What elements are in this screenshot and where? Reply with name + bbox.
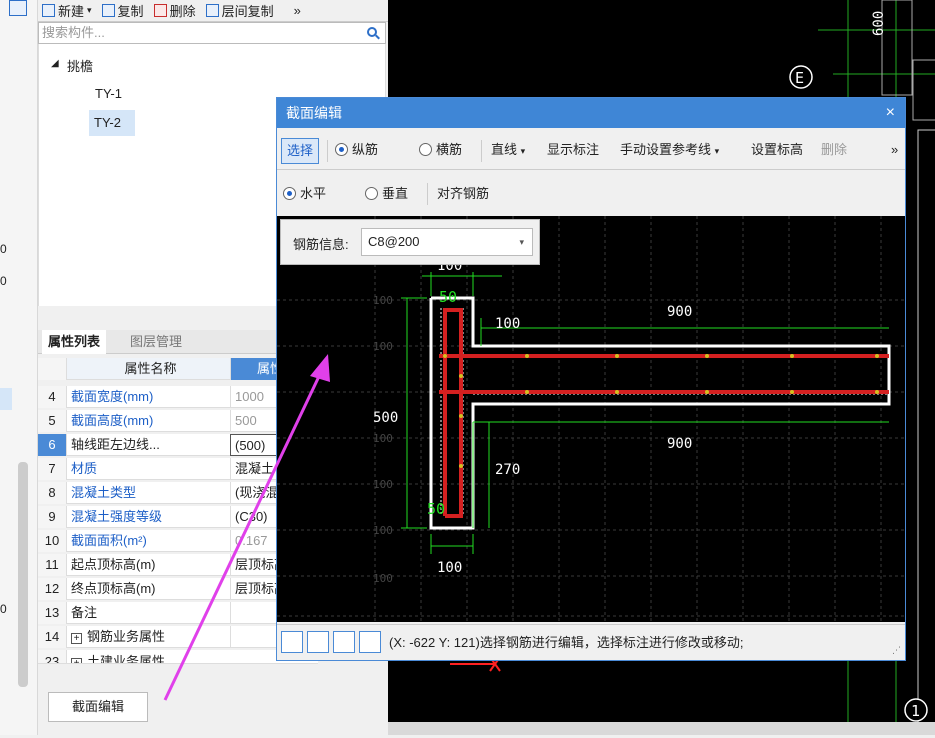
add-point-icon[interactable] [359, 631, 381, 653]
delete-icon [153, 4, 167, 17]
grid-label: 100 [373, 294, 393, 307]
tree-group[interactable]: 挑檐 [67, 56, 93, 75]
more-button[interactable]: » [294, 3, 301, 18]
property-tabs: 属性列表 图层管理 [38, 330, 308, 354]
chevron-down-icon: ▾ [87, 5, 92, 15]
rebar-info-label: 钢筋信息: [293, 237, 349, 252]
radio-off-icon [419, 143, 432, 156]
grid-label: 100 [373, 524, 393, 537]
orthogonal-snap-icon[interactable] [281, 631, 303, 653]
line-dropdown[interactable]: 直线 ▾ [491, 130, 525, 170]
cad-dim-label: 600 [871, 11, 887, 36]
radio-vertical[interactable]: 垂直 [365, 176, 408, 212]
radio-on-icon [283, 187, 296, 200]
show-dim-button[interactable]: 显示标注 [547, 130, 599, 170]
strip-value: 0 [0, 602, 7, 616]
panel-icon[interactable] [9, 0, 27, 16]
tree-item[interactable]: TY-1 [95, 86, 122, 101]
rebar-info-select[interactable]: C8@200 ▾ [361, 228, 533, 256]
section-edit-button[interactable]: 截面编辑 [48, 692, 148, 722]
dim-label-green: 50 [427, 500, 445, 518]
strip-value: 0 [0, 274, 7, 288]
chevron-down-icon: ▾ [520, 146, 526, 156]
floor-copy-icon [205, 4, 219, 17]
concrete-outline[interactable] [429, 296, 891, 530]
floor-copy-button[interactable]: 层间复制 [205, 1, 274, 20]
grid-label: 100 [373, 340, 393, 353]
dialog-title: 截面编辑 × [277, 98, 905, 128]
expand-plus-icon[interactable]: + [71, 633, 82, 644]
axis-e-label: E [795, 69, 804, 87]
header-name: 属性名称 [66, 358, 230, 380]
dim-label: 900 [667, 304, 692, 320]
manual-ref-line-dropdown[interactable]: 手动设置参考线 ▾ [620, 130, 719, 170]
axis-1-label: 1 [911, 702, 920, 720]
delete-button[interactable]: 删除 [153, 1, 196, 20]
rebar-info-panel: 钢筋信息: C8@200 ▾ [280, 219, 540, 265]
copy-button[interactable]: 复制 [101, 1, 144, 20]
tab-layer-management[interactable]: 图层管理 [124, 330, 188, 354]
new-button[interactable]: 新建 ▾ [42, 1, 92, 20]
dim-label: 900 [667, 436, 692, 452]
new-icon [42, 4, 55, 17]
grid-label: 100 [373, 432, 393, 445]
scrollbar[interactable] [18, 462, 28, 687]
strip-highlight [0, 388, 12, 410]
tab-property-list[interactable]: 属性列表 [42, 330, 107, 354]
dim-label: 270 [495, 462, 520, 478]
radio-transverse[interactable]: 横筋 [419, 130, 462, 170]
dialog-toolbar-primary: 选择 纵筋 横筋 直线 ▾ 显示标注 手动设置参考线 ▾ 设置标高 删除 » [277, 130, 905, 170]
copy-icon [101, 4, 115, 17]
dim-label: 100 [437, 560, 462, 576]
section-edit-dialog: 截面编辑 × 选择 纵筋 横筋 直线 ▾ 显示标注 手动设置参考线 ▾ 设置标高… [276, 97, 906, 661]
chevron-down-icon: ▾ [714, 146, 720, 156]
chevron-down-icon: ▾ [519, 237, 524, 247]
search-input[interactable]: 搜索构件... [38, 22, 386, 44]
perpendicular-icon[interactable] [333, 631, 355, 653]
status-text: (X: -622 Y: 121)选择钢筋进行编辑，选择标注进行修改或移动; [389, 635, 744, 650]
dim-label: 500 [373, 410, 398, 426]
radio-off-icon [365, 187, 378, 200]
rebar[interactable] [439, 308, 889, 518]
tree-expand-icon[interactable]: ◢ [51, 58, 59, 69]
delete-button[interactable]: 删除 [821, 130, 847, 170]
grid-label: 100 [373, 478, 393, 491]
grid-lines [277, 216, 905, 622]
search-placeholder: 搜索构件... [42, 25, 105, 40]
section-drawing-canvas[interactable]: 100 100 100 100 100 100 900 900 500 100 … [277, 216, 905, 622]
radio-longitudinal[interactable]: 纵筋 [335, 130, 378, 170]
section-drawing: 100 100 100 100 100 100 900 900 500 100 … [277, 216, 905, 622]
search-icon[interactable] [367, 27, 377, 37]
grid-label: 100 [373, 572, 393, 585]
bottom-status-strip [388, 722, 935, 735]
dim-label: 100 [495, 316, 520, 332]
expand-plus-icon[interactable]: + [71, 658, 82, 663]
align-rebar-button[interactable]: 对齐钢筋 [437, 176, 489, 212]
select-button[interactable]: 选择 [281, 138, 319, 164]
resize-grip-icon[interactable]: ⋰ [892, 645, 901, 656]
rebar-points[interactable] [443, 354, 879, 468]
dim-label-green: 50 [439, 288, 457, 306]
strip-value: 0 [0, 242, 7, 256]
tree-item-selected[interactable]: TY-2 [89, 110, 135, 136]
set-elevation-button[interactable]: 设置标高 [751, 130, 803, 170]
dialog-toolbar-secondary: 水平 垂直 对齐钢筋 [277, 176, 905, 212]
more-button[interactable]: » [891, 130, 898, 170]
component-toolbar: 新建 ▾ 复制 删除 层间复制 » [38, 0, 388, 22]
radio-horizontal[interactable]: 水平 [283, 176, 326, 212]
radio-on-icon [335, 143, 348, 156]
close-icon[interactable]: × [886, 98, 895, 128]
diagonal-line-icon[interactable] [307, 631, 329, 653]
dialog-status-bar: (X: -622 Y: 121)选择钢筋进行编辑，选择标注进行修改或移动; ⋰ [277, 624, 905, 660]
